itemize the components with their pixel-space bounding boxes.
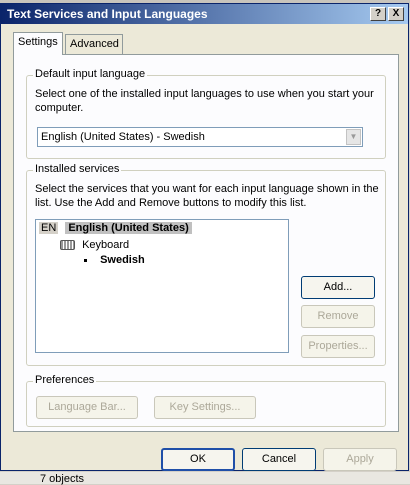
installed-services-description: Select the services that you want for ea… (35, 183, 379, 209)
chevron-down-icon[interactable]: ▼ (346, 129, 361, 145)
background-status-text: 7 objects (40, 473, 85, 485)
keyboard-icon (60, 240, 75, 251)
default-language-select[interactable]: English (United States) - Swedish ▼ (37, 127, 363, 147)
ok-button[interactable]: OK (161, 448, 235, 471)
remove-button[interactable]: Remove (301, 305, 375, 328)
key-settings-button[interactable]: Key Settings... (154, 396, 256, 419)
tree-row-language[interactable]: EN English (United States) (39, 222, 192, 234)
properties-button[interactable]: Properties... (301, 335, 375, 358)
language-bar-button[interactable]: Language Bar... (36, 396, 138, 419)
title-bar[interactable]: Text Services and Input Languages ? X (1, 4, 408, 24)
installed-services-label: Installed services (33, 163, 122, 175)
cancel-button[interactable]: Cancel (242, 448, 316, 471)
default-input-group: Default input language Select one of the… (26, 68, 386, 159)
preferences-group: Preferences Language Bar... Key Settings… (26, 374, 386, 427)
window-title: Text Services and Input Languages (7, 7, 208, 21)
preferences-label: Preferences (33, 374, 97, 386)
installed-services-group: Installed services Select the services t… (26, 163, 386, 366)
services-tree[interactable]: EN English (United States) Keyboard Swed… (35, 219, 289, 353)
default-language-value: English (United States) - Swedish (41, 131, 205, 143)
tree-row-keyboard[interactable]: Keyboard (60, 239, 129, 251)
tree-row-layout[interactable]: Swedish (84, 254, 145, 266)
text-services-dialog: Text Services and Input Languages ? X Se… (0, 3, 409, 471)
keyboard-label: Keyboard (82, 239, 130, 251)
bullet-icon (84, 258, 87, 262)
tab-settings[interactable]: Settings (13, 32, 63, 55)
apply-button[interactable]: Apply (323, 448, 397, 471)
layout-label: Swedish (100, 254, 145, 266)
settings-panel: Default input language Select one of the… (13, 54, 399, 432)
language-code-badge: EN (39, 222, 59, 234)
add-button[interactable]: Add... (301, 276, 375, 299)
default-input-description: Select one of the installed input langua… (35, 88, 374, 114)
help-icon[interactable]: ? (370, 7, 386, 21)
language-name: English (United States) (65, 222, 192, 234)
close-icon[interactable]: X (388, 7, 404, 21)
default-input-label: Default input language (33, 68, 148, 80)
tab-advanced[interactable]: Advanced (65, 34, 123, 54)
